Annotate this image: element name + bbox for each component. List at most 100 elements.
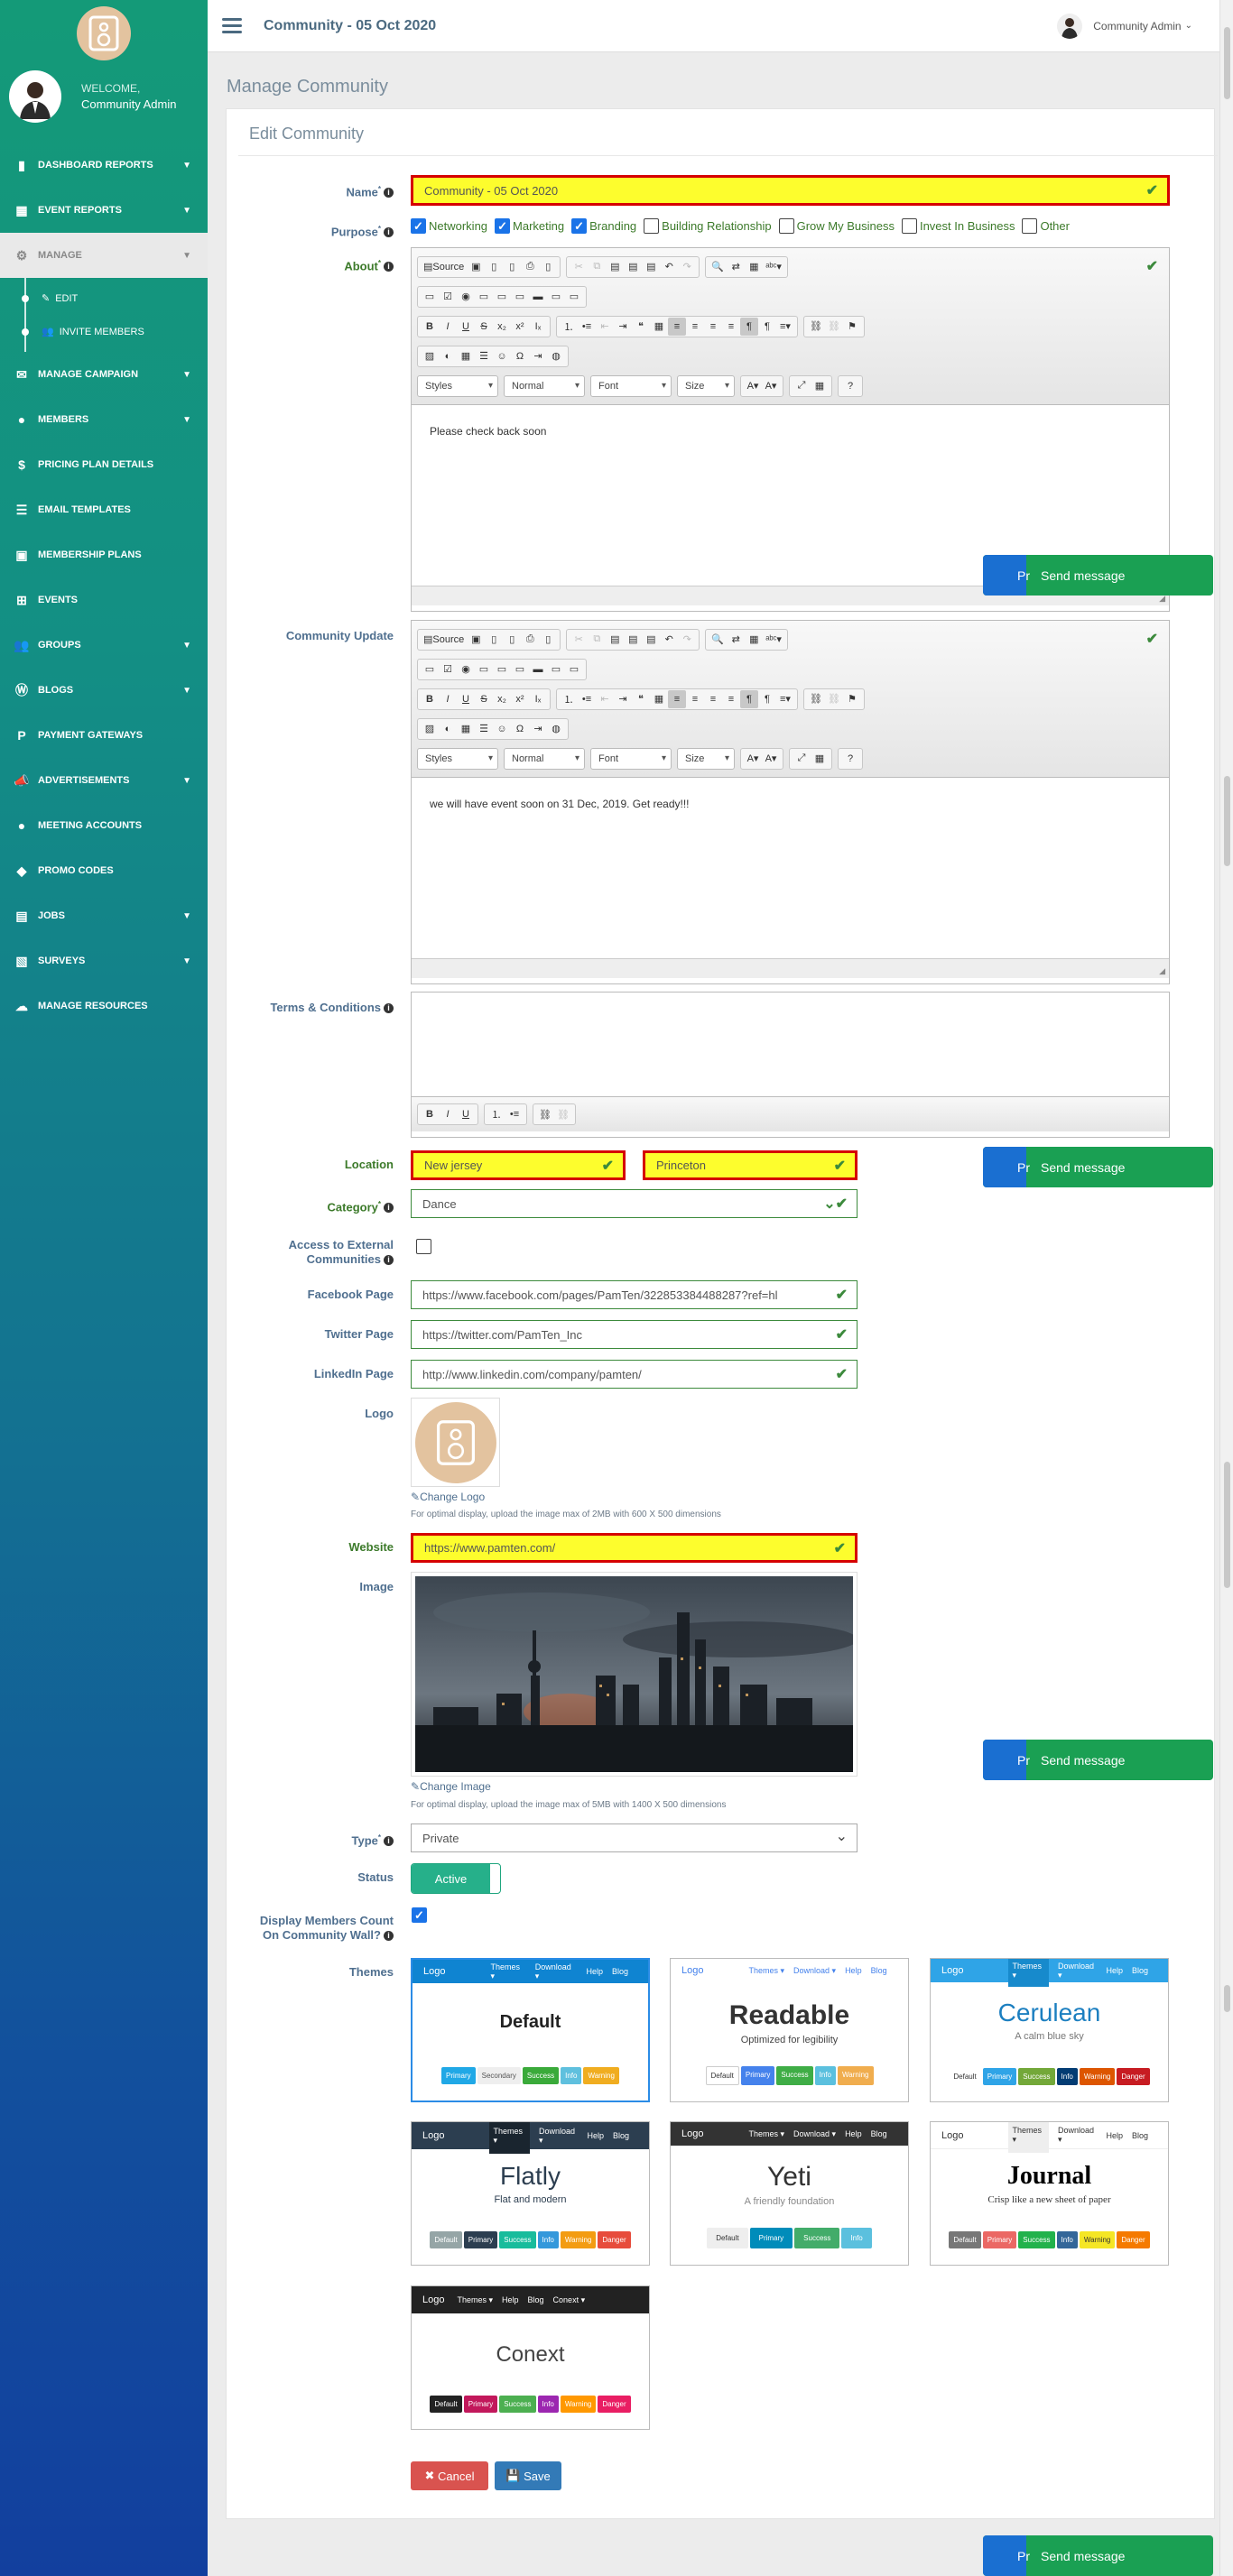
paste-text-icon[interactable]: ▤ — [624, 258, 642, 276]
textfield-icon[interactable]: ▭ — [475, 288, 493, 306]
change-image-link[interactable]: ✎Change Image — [411, 1780, 491, 1793]
font-select[interactable]: Font — [590, 374, 672, 397]
justify-icon[interactable]: ≡ — [722, 318, 740, 336]
hidden-field-icon[interactable]: ▭ — [565, 288, 583, 306]
superscript-icon[interactable]: x² — [511, 318, 529, 336]
access-external-checkbox[interactable] — [416, 1239, 434, 1254]
purpose-grow-business-checkbox[interactable]: Grow My Business — [778, 218, 895, 234]
terms-editor-content[interactable] — [412, 993, 1169, 1096]
ltr-icon[interactable]: ¶ — [740, 317, 758, 336]
text-color-icon[interactable]: A▾ — [744, 750, 762, 768]
unlink-icon[interactable]: ⛓ — [825, 318, 843, 336]
link-icon[interactable]: ⛓ — [536, 1105, 554, 1123]
format-select[interactable]: Normal — [504, 374, 585, 397]
styles-select[interactable]: Styles — [417, 374, 498, 397]
purpose-other-checkbox[interactable]: Other — [1022, 218, 1070, 234]
sidebar-item-events[interactable]: ⊞ EVENTS — [0, 577, 208, 623]
facebook-field[interactable]: https://www.facebook.com/pages/PamTen/32… — [411, 1280, 858, 1309]
sidebar-item-groups[interactable]: 👥 GROUPS ▼ — [0, 623, 208, 668]
spellcheck-icon[interactable]: ᵃᵇᶜ▾ — [763, 258, 784, 276]
name-field[interactable]: Community - 05 Oct 2020 ✔ — [411, 175, 1170, 206]
italic-icon[interactable]: I — [439, 690, 457, 708]
unlink-icon[interactable]: ⛓ — [554, 1105, 572, 1123]
remove-format-icon[interactable]: Iₓ — [529, 690, 547, 708]
paste-icon[interactable]: ▤ — [606, 258, 624, 276]
align-left-icon[interactable]: ≡ — [668, 317, 686, 336]
cut-icon[interactable]: ✂ — [570, 631, 588, 649]
chat-tab[interactable]: Pr — [983, 1740, 1030, 1780]
spellcheck-icon[interactable]: ᵃᵇᶜ▾ — [763, 631, 784, 649]
align-center-icon[interactable]: ≡ — [686, 318, 704, 336]
bulleted-list-icon[interactable]: •≡ — [505, 1105, 524, 1123]
user-menu[interactable]: Community Admin ⌄ — [1057, 13, 1192, 39]
new-page-icon[interactable]: ▯ — [485, 631, 503, 649]
language-icon[interactable]: ≡▾ — [776, 318, 794, 336]
preview-icon[interactable]: ▯ — [503, 631, 521, 649]
find-icon[interactable]: 🔍 — [709, 258, 727, 276]
page-break-icon[interactable]: ⇥ — [529, 347, 547, 365]
sidebar-item-members[interactable]: ● MEMBERS ▼ — [0, 397, 208, 442]
select-tool-icon[interactable]: ▭ — [511, 288, 529, 306]
justify-icon[interactable]: ≡ — [722, 690, 740, 708]
subscript-icon[interactable]: x₂ — [493, 690, 511, 708]
bulleted-list-icon[interactable]: •≡ — [578, 318, 596, 336]
blockquote-icon[interactable]: ❝ — [632, 690, 650, 708]
checkbox-tool-icon[interactable]: ☑ — [439, 288, 457, 306]
italic-icon[interactable]: I — [439, 318, 457, 336]
underline-icon[interactable]: U — [457, 1105, 475, 1123]
templates-icon[interactable]: ▯ — [539, 258, 557, 276]
terms-editor[interactable]: BIU ⒈ •≡ ⛓ ⛓ — [411, 992, 1170, 1138]
location-city-field[interactable]: Princeton ✔ — [643, 1150, 858, 1180]
table-icon[interactable]: ▦ — [457, 347, 475, 365]
sidebar-subitem-invite-members[interactable]: 👥 INVITE MEMBERS — [0, 315, 208, 348]
community-logo[interactable] — [77, 6, 131, 60]
redo-icon[interactable]: ↷ — [678, 258, 696, 276]
special-char-icon[interactable]: Ω — [511, 347, 529, 365]
sidebar-item-surveys[interactable]: ▧ SURVEYS ▼ — [0, 938, 208, 983]
paste-icon[interactable]: ▤ — [606, 631, 624, 649]
editor-resize-bar[interactable] — [412, 958, 1169, 978]
sidebar-item-promo-codes[interactable]: ◆ PROMO CODES — [0, 848, 208, 893]
save-icon[interactable]: ▣ — [467, 631, 485, 649]
indent-icon[interactable]: ⇥ — [614, 690, 632, 708]
location-state-field[interactable]: New jersey ✔ — [411, 1150, 626, 1180]
iframe-icon[interactable]: ◍ — [547, 347, 565, 365]
chat-tab[interactable]: Pr — [983, 2535, 1030, 2576]
theme-readable[interactable]: Logo Themes ▾ Download ▾ Help Blog Readable … — [670, 1958, 909, 2102]
new-page-icon[interactable]: ▯ — [485, 258, 503, 276]
size-select[interactable]: Size — [677, 374, 735, 397]
chat-tab[interactable]: Pr — [983, 555, 1030, 596]
textarea-icon[interactable]: ▭ — [493, 288, 511, 306]
theme-cerulean[interactable]: Logo Themes ▾ Download ▾ Help Blog Cerulean … — [930, 1958, 1169, 2102]
underline-icon[interactable]: U — [457, 690, 475, 708]
sidebar-item-email-templates[interactable]: ☰ EMAIL TEMPLATES — [0, 487, 208, 532]
styles-select[interactable]: Styles — [417, 747, 498, 770]
sidebar-item-membership-plans[interactable]: ▣ MEMBERSHIP PLANS — [0, 532, 208, 577]
image-icon[interactable]: ▨ — [421, 347, 439, 365]
font-select[interactable]: Font — [590, 747, 672, 770]
send-message-widget[interactable]: Pr Send message — [983, 1147, 1213, 1187]
bold-icon[interactable]: B — [421, 690, 439, 708]
radio-tool-icon[interactable]: ◉ — [457, 660, 475, 679]
select-all-icon[interactable]: ▦ — [745, 631, 763, 649]
div-icon[interactable]: ▦ — [650, 318, 668, 336]
flash-icon[interactable]: ◐ — [439, 347, 457, 365]
theme-yeti[interactable]: Logo Themes ▾ Download ▾ Help Blog Yeti A fr… — [670, 2121, 909, 2266]
link-icon[interactable]: ⛓ — [807, 318, 825, 336]
outdent-icon[interactable]: ⇤ — [596, 318, 614, 336]
category-select[interactable]: Dance ⌄✔ — [411, 1189, 858, 1218]
italic-icon[interactable]: I — [439, 1105, 457, 1123]
purpose-invest-business-checkbox[interactable]: Invest In Business — [901, 218, 1015, 234]
select-all-icon[interactable]: ▦ — [745, 258, 763, 276]
copy-icon[interactable]: ⧉ — [588, 258, 606, 276]
sidebar-item-manage[interactable]: ⚙ MANAGE ▼ — [0, 233, 208, 278]
cut-icon[interactable]: ✂ — [570, 258, 588, 276]
print-icon[interactable]: ⎙ — [521, 631, 539, 649]
chat-tab[interactable]: Pr — [983, 1147, 1030, 1187]
form-icon[interactable]: ▭ — [421, 660, 439, 679]
smiley-icon[interactable]: ☺ — [493, 720, 511, 738]
image-button-icon[interactable]: ▭ — [547, 660, 565, 679]
show-blocks-icon[interactable]: ▦ — [811, 750, 829, 768]
rtl-icon[interactable]: ¶ — [758, 690, 776, 708]
sidebar-item-advertisements[interactable]: 📣 ADVERTISEMENTS ▼ — [0, 758, 208, 803]
